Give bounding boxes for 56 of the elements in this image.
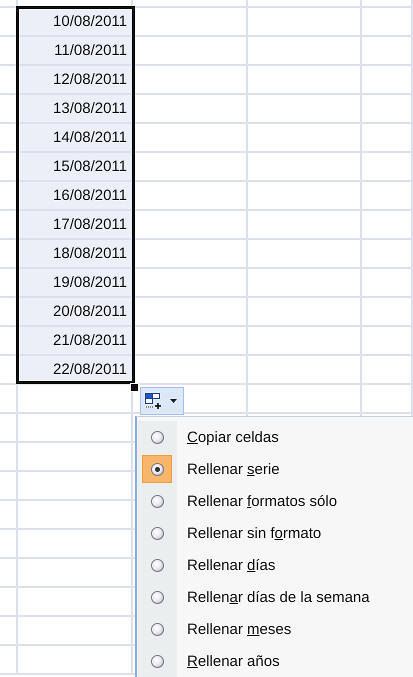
radio-button[interactable] xyxy=(150,430,164,444)
menu-item[interactable]: Rellenar meses xyxy=(187,620,292,638)
table-cell xyxy=(362,356,413,385)
table-cell xyxy=(362,327,413,356)
radio-button[interactable] xyxy=(150,462,164,476)
table-cell xyxy=(0,443,18,472)
table-cell: 18/08/2011 xyxy=(18,240,133,269)
table-cell xyxy=(0,588,18,617)
radio-button[interactable] xyxy=(150,526,164,540)
menu-item[interactable]: Rellenar años xyxy=(187,652,280,670)
fill-options-icon xyxy=(145,393,163,409)
radio-button[interactable] xyxy=(150,654,164,668)
radio-button[interactable] xyxy=(150,590,164,604)
table-cell: 15/08/2011 xyxy=(18,153,133,182)
menu-item[interactable]: Copiar celdas xyxy=(187,428,279,446)
table-cell xyxy=(0,501,18,530)
radio-button[interactable] xyxy=(150,622,164,636)
table-cell xyxy=(362,124,413,153)
menu-item[interactable]: Rellenar días xyxy=(187,556,276,574)
table-cell xyxy=(362,66,413,95)
table-cell: 14/08/2011 xyxy=(18,124,133,153)
table-cell xyxy=(0,559,18,588)
menu-item[interactable]: Rellenar formatos sólo xyxy=(187,492,338,510)
table-cell xyxy=(362,153,413,182)
table-cell: 13/08/2011 xyxy=(18,95,133,124)
table-cell xyxy=(0,472,18,501)
table-cell: 21/08/2011 xyxy=(18,327,133,356)
table-cell xyxy=(362,298,413,327)
radio-button[interactable] xyxy=(150,558,164,572)
table-cell: 10/08/2011 xyxy=(18,8,133,37)
radio-button[interactable] xyxy=(150,494,164,508)
table-cell xyxy=(362,385,413,414)
table-cell xyxy=(362,269,413,298)
table-cell xyxy=(0,646,18,675)
table-cell xyxy=(362,182,413,211)
auto-fill-options-button[interactable] xyxy=(140,387,184,415)
table-cell xyxy=(362,211,413,240)
table-cell xyxy=(362,8,413,37)
menu-item[interactable]: Rellenar serie xyxy=(187,460,280,478)
menu-item[interactable]: Rellenar sin formato xyxy=(187,524,322,542)
table-cell: 19/08/2011 xyxy=(18,269,133,298)
table-cell: 16/08/2011 xyxy=(18,182,133,211)
table-cell: 12/08/2011 xyxy=(18,66,133,95)
table-cell: 17/08/2011 xyxy=(18,211,133,240)
table-cell xyxy=(362,240,413,269)
table-cell: 20/08/2011 xyxy=(18,298,133,327)
table-cell xyxy=(362,37,413,66)
table-cell xyxy=(0,530,18,559)
menu-item[interactable]: Rellenar días de la semana xyxy=(187,588,370,606)
table-cell xyxy=(0,385,18,414)
table-cell xyxy=(0,617,18,646)
caret-icon xyxy=(170,399,177,403)
table-cell: 11/08/2011 xyxy=(18,37,133,66)
table-cell xyxy=(362,95,413,124)
fill-handle[interactable] xyxy=(130,383,139,392)
table-cell xyxy=(0,414,18,443)
